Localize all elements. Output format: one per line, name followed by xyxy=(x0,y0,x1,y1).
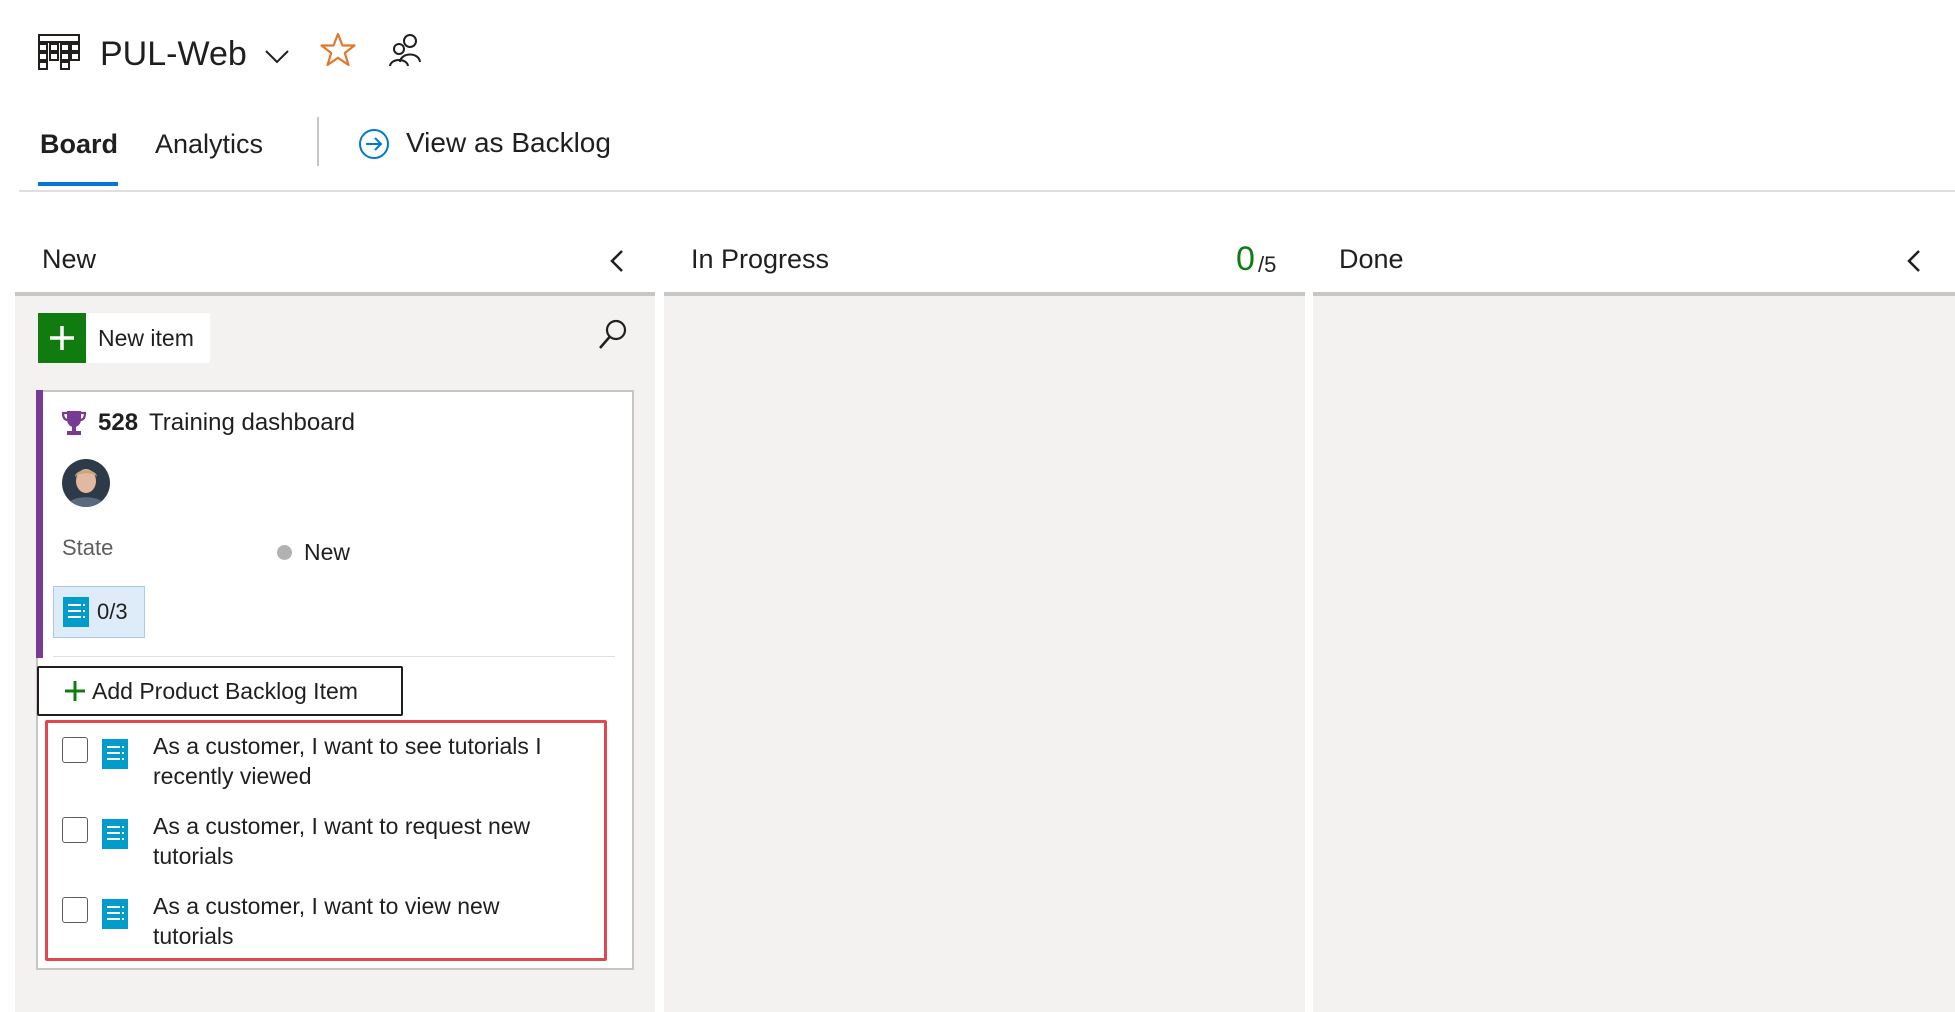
arrow-circle-right-icon[interactable] xyxy=(358,128,390,160)
child-checkbox[interactable] xyxy=(62,737,88,763)
column-title-done: Done xyxy=(1339,244,1404,274)
child-item-title[interactable]: As a customer, I want to request new tut… xyxy=(153,811,573,871)
column-body-in-progress xyxy=(664,296,1305,1012)
star-icon[interactable] xyxy=(320,32,356,68)
child-items-progress[interactable]: 0/3 xyxy=(53,586,145,638)
column-title-in-progress: In Progress xyxy=(691,244,830,274)
avatar[interactable] xyxy=(62,459,110,507)
child-item: As a customer, I want to request new tut… xyxy=(62,813,602,887)
child-item-title[interactable]: As a customer, I want to see tutorials I… xyxy=(153,731,573,791)
backlog-item-icon xyxy=(102,819,128,849)
header-divider xyxy=(19,190,1955,192)
column-title-new: New xyxy=(42,244,97,274)
active-tab-indicator xyxy=(38,182,118,186)
chevron-down-icon[interactable] xyxy=(264,46,290,66)
search-icon[interactable] xyxy=(597,318,629,352)
card-divider xyxy=(53,656,615,657)
backlog-item-icon xyxy=(102,899,128,929)
plus-icon xyxy=(65,681,85,701)
add-product-backlog-item-button[interactable]: Add Product Backlog Item xyxy=(37,666,403,716)
child-item: As a customer, I want to see tutorials I… xyxy=(62,733,602,807)
card-color-accent xyxy=(36,390,43,658)
backlog-item-icon xyxy=(102,739,128,769)
new-item-button[interactable]: New item xyxy=(38,313,210,363)
board-icon xyxy=(38,34,80,70)
card-id: 528 xyxy=(98,409,139,436)
column-body-done xyxy=(1313,296,1955,1012)
collapse-column-icon[interactable] xyxy=(606,248,628,274)
trophy-icon xyxy=(61,411,87,435)
new-item-label: New item xyxy=(98,324,194,351)
child-item: As a customer, I want to view new tutori… xyxy=(62,893,602,967)
state-field-label: State xyxy=(62,535,114,560)
state-value[interactable]: New xyxy=(304,537,350,567)
backlog-item-icon xyxy=(63,597,89,627)
collapse-column-icon[interactable] xyxy=(1903,248,1925,274)
child-checkbox[interactable] xyxy=(62,897,88,923)
card-title[interactable]: Training dashboard xyxy=(149,406,355,440)
state-indicator-dot xyxy=(277,545,292,560)
child-item-title[interactable]: As a customer, I want to view new tutori… xyxy=(153,891,573,951)
tab-analytics[interactable]: Analytics xyxy=(155,126,263,162)
people-icon[interactable] xyxy=(388,32,422,68)
wip-limit: /5 xyxy=(1258,252,1277,277)
project-title[interactable]: PUL-Web xyxy=(100,30,247,78)
child-checkbox[interactable] xyxy=(62,817,88,843)
tab-board[interactable]: Board xyxy=(40,126,118,162)
view-as-backlog-link[interactable]: View as Backlog xyxy=(406,124,611,162)
tab-separator xyxy=(317,117,319,166)
plus-icon xyxy=(38,313,86,363)
add-pbi-label: Add Product Backlog Item xyxy=(92,677,358,704)
child-progress-text: 0/3 xyxy=(97,599,128,624)
wip-count: 0 xyxy=(1236,240,1255,278)
